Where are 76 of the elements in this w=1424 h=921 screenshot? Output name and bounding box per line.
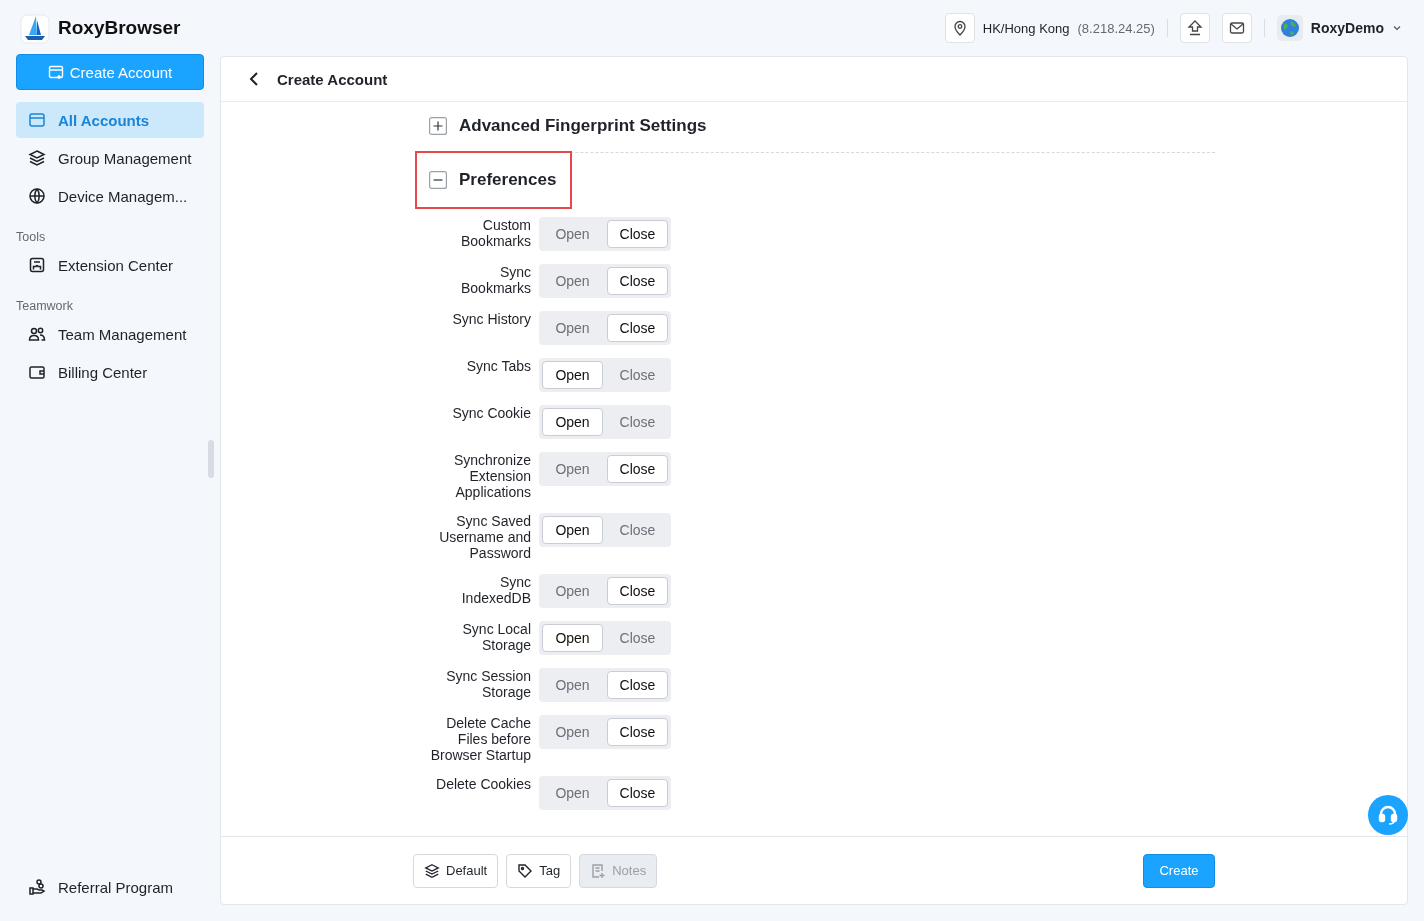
window-icon [28, 111, 46, 129]
setting-label: Sync Cookie [451, 405, 531, 421]
toggle-option[interactable]: Close [607, 516, 668, 544]
setting-label: Delete Cache Files before Browser Startup [429, 715, 531, 763]
app-name: RoxyBrowser [58, 17, 181, 39]
toggle-option[interactable]: Close [607, 577, 668, 605]
mail-icon [1228, 20, 1245, 36]
toggle-option[interactable]: Open [542, 624, 603, 652]
headset-icon [1377, 804, 1399, 826]
toggle-option[interactable]: Close [607, 779, 668, 807]
chevron-down-icon[interactable] [1392, 23, 1402, 33]
setting-label: Sync IndexedDB [460, 574, 531, 606]
sidebar-item[interactable]: Billing Center [16, 354, 204, 390]
toggle-option[interactable]: Open [542, 408, 603, 436]
setting-label: Sync Session Storage [445, 668, 531, 700]
setting-label: Custom Bookmarks [459, 217, 531, 249]
upload-icon [1185, 19, 1204, 37]
sidebar-item[interactable]: Team Management [16, 316, 204, 352]
toggle-option[interactable]: Open [542, 779, 603, 807]
page-title: Create Account [277, 70, 388, 88]
sidebar-item[interactable]: Device Managem... [16, 178, 204, 214]
tag-icon [517, 862, 534, 879]
expand-icon[interactable] [429, 117, 447, 135]
user-name[interactable]: RoxyDemo [1310, 20, 1384, 36]
toggle-option[interactable]: Close [607, 718, 668, 746]
toggle-option[interactable]: Open [542, 671, 603, 699]
footer-button[interactable]: Tag [506, 853, 572, 888]
setting-label: Sync History [451, 311, 531, 327]
note-icon [590, 862, 607, 879]
globe-icon [28, 187, 46, 205]
sailboat-logo-icon [20, 12, 50, 44]
setting-label: Sync Local Storage [461, 621, 531, 653]
toggle-option[interactable]: Close [607, 624, 668, 652]
sidebar-item[interactable]: Group Management [16, 140, 204, 176]
wallet-icon [28, 363, 46, 381]
footer-button[interactable]: Default [413, 853, 499, 888]
toggle-option[interactable]: Open [542, 361, 603, 389]
toggle-option[interactable]: Open [542, 314, 603, 342]
setting-label: Synchronize Extension Applications [452, 452, 531, 500]
toggle-option[interactable]: Close [607, 671, 668, 699]
toggle-option[interactable]: Close [607, 314, 668, 342]
toggle-option[interactable]: Open [542, 455, 603, 483]
scrollbar[interactable] [208, 440, 214, 478]
toggle-option[interactable]: Open [542, 577, 603, 605]
toggle-option[interactable]: Open [542, 718, 603, 746]
layers-icon [28, 149, 46, 167]
section-heading: Tools [16, 230, 47, 244]
sidebar-item[interactable]: Referral Program [16, 869, 204, 905]
setting-label: Delete Cookies [435, 776, 531, 792]
section-title: Advanced Fingerprint Settings [459, 116, 707, 136]
toggle-option[interactable]: Open [542, 267, 603, 295]
team-icon [28, 325, 46, 343]
gift-hand-icon [28, 878, 46, 896]
collapse-icon[interactable] [429, 171, 447, 189]
toggle-option[interactable]: Open [542, 516, 603, 544]
support-button[interactable] [1368, 795, 1408, 835]
sidebar-item[interactable]: Extension Center [16, 247, 204, 283]
upload-button[interactable] [1179, 13, 1210, 43]
section-title: Preferences [459, 170, 557, 190]
toggle-option[interactable]: Close [607, 408, 668, 436]
toggle-option[interactable]: Close [607, 267, 668, 295]
ip-address: (8.218.24.25) [1077, 20, 1155, 36]
toggle-option[interactable]: Close [607, 220, 668, 248]
toggle-option[interactable]: Open [542, 220, 603, 248]
section-heading: Teamwork [16, 299, 74, 313]
toggle-option[interactable]: Close [607, 361, 668, 389]
layers-icon [424, 862, 440, 879]
toggle-option[interactable]: Close [607, 455, 668, 483]
globe-avatar-icon[interactable] [1276, 15, 1303, 41]
add-window-icon [47, 64, 64, 80]
mail-button[interactable] [1221, 13, 1252, 43]
setting-label: Sync Tabs [465, 358, 531, 374]
setting-label: Sync Bookmarks [459, 264, 531, 296]
location-pin-icon[interactable] [944, 13, 975, 43]
setting-label: Sync Saved Username and Password [438, 513, 531, 561]
location-label: HK/Hong Kong [982, 20, 1070, 36]
